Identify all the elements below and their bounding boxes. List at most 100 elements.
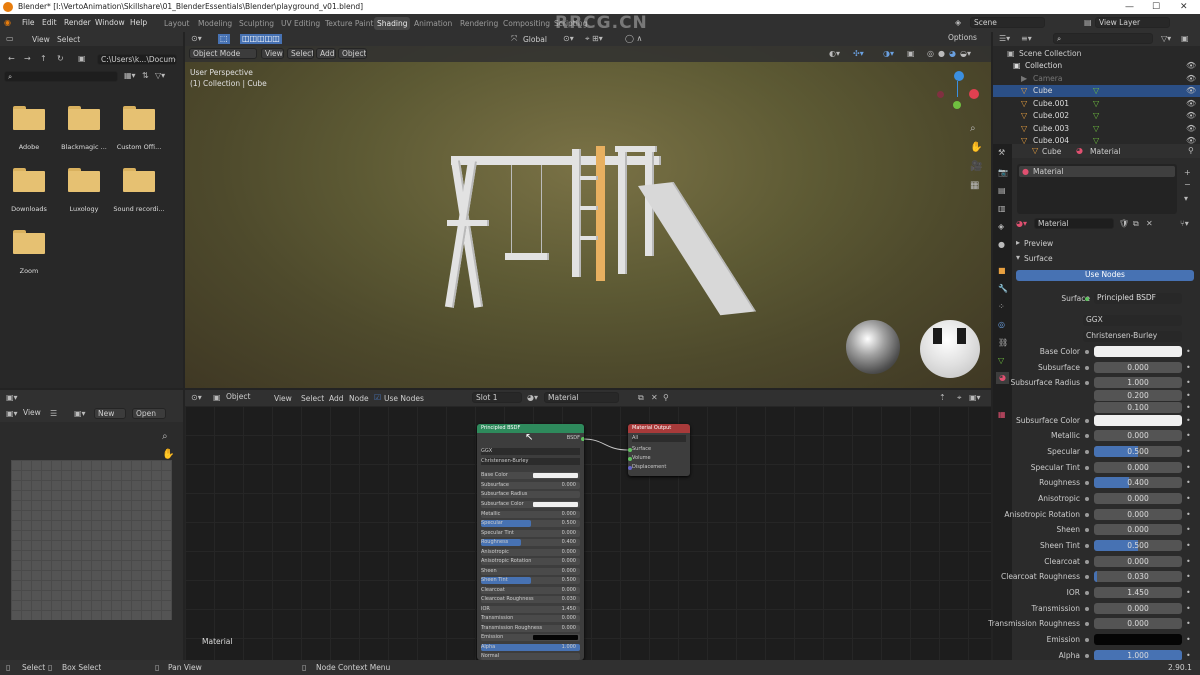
menu-render[interactable]: Render xyxy=(64,14,91,32)
property-value-field[interactable]: 0.000 xyxy=(1094,430,1182,442)
snap-icon[interactable]: ⌖ xyxy=(957,393,962,403)
folder-icon[interactable] xyxy=(13,168,45,192)
mesh-data-icon[interactable]: ▽ xyxy=(1093,124,1099,134)
socket-link-icon[interactable] xyxy=(1085,512,1089,517)
keyframe-dot-icon[interactable]: • xyxy=(1186,478,1191,488)
close-icon[interactable]: ✕ xyxy=(1180,0,1188,14)
keyframe-dot-icon[interactable]: • xyxy=(1186,363,1191,373)
refresh-icon[interactable]: ↻ xyxy=(57,54,64,64)
socket-link-icon[interactable] xyxy=(1085,544,1089,548)
link-icon[interactable]: ⑂▾ xyxy=(1180,219,1189,229)
property-value-field[interactable]: 0.000 xyxy=(1094,555,1182,567)
property-value-field[interactable]: 0.000 xyxy=(1094,493,1182,505)
material-name-field[interactable]: Material xyxy=(544,392,619,403)
editor-type-icon[interactable]: ▣▾ xyxy=(6,393,18,403)
keyframe-dot-icon[interactable]: • xyxy=(1186,557,1191,567)
maximize-icon[interactable]: ☐ xyxy=(1152,0,1160,14)
3d-viewport[interactable]: User Perspective (1) Collection | Cube ⌕… xyxy=(185,46,991,388)
tab-texture-paint[interactable]: Texture Paint xyxy=(322,17,376,30)
property-value-field[interactable]: 1.450 xyxy=(1094,586,1182,598)
property-value-field[interactable]: 0.000 xyxy=(1094,361,1182,373)
outliner-item[interactable]: ▣ Collection 👁 xyxy=(993,60,1200,72)
bsdf-input-row[interactable]: Sheen Tint 0.500 xyxy=(481,577,580,584)
surface-socket-icon[interactable] xyxy=(1085,297,1089,301)
bsdf-output-socket[interactable] xyxy=(581,437,584,441)
editor-type-icon[interactable]: ☰▾ xyxy=(999,34,1010,44)
property-value-field[interactable] xyxy=(1094,414,1182,426)
forward-arrow-icon[interactable]: → xyxy=(24,54,31,64)
editor-type-icon[interactable]: ▭ xyxy=(6,34,14,44)
property-value-field[interactable]: 0.000 xyxy=(1094,602,1182,614)
mesh-data-icon[interactable]: ▽ xyxy=(1093,86,1099,96)
vp-menu-object[interactable]: Object xyxy=(338,48,367,59)
bsdf-input-row[interactable]: Normal xyxy=(481,653,580,660)
ne-menu-view[interactable]: View xyxy=(274,394,292,403)
keyframe-dot-icon[interactable]: • xyxy=(1186,347,1191,357)
outliner-item[interactable]: ▽ Cube.004 ▽ 👁 xyxy=(993,135,1200,144)
image-new-button[interactable]: New xyxy=(94,408,126,419)
shading-wireframe-icon[interactable]: ◎ xyxy=(927,49,934,59)
search-input[interactable]: ⌕ xyxy=(4,71,118,82)
pan-hand-icon[interactable]: ✋ xyxy=(970,143,982,153)
panel-preview[interactable]: Preview xyxy=(1024,239,1053,248)
folder-label[interactable]: Zoom xyxy=(0,267,59,275)
pan-hand-icon[interactable]: ✋ xyxy=(162,450,174,460)
physics-tab-icon[interactable]: ◎ xyxy=(998,320,1005,330)
property-value-field[interactable]: 0.000 xyxy=(1094,618,1182,630)
keyframe-dot-icon[interactable]: • xyxy=(1186,416,1191,426)
slot-menu-icon[interactable]: ▾ xyxy=(1184,194,1188,204)
property-value-field[interactable]: 0.000 xyxy=(1094,524,1182,536)
filter-icon[interactable]: ▽▾ xyxy=(155,71,165,81)
socket-link-icon[interactable] xyxy=(1085,497,1089,502)
bsdf-input-row[interactable]: Specular 0.500 xyxy=(481,520,580,527)
modifier-tab-icon[interactable]: 🔧 xyxy=(998,284,1008,294)
folder-icon[interactable] xyxy=(68,106,100,130)
folder-icon[interactable] xyxy=(123,168,155,192)
bsdf-input-row[interactable]: Sheen 0.000 xyxy=(481,567,580,575)
socket-link-icon[interactable] xyxy=(1085,418,1089,423)
mesh-data-icon[interactable]: ▽ xyxy=(1093,99,1099,109)
volume-input-socket[interactable] xyxy=(628,457,632,461)
panel-surface[interactable]: Surface xyxy=(1024,254,1053,263)
socket-link-icon[interactable] xyxy=(1085,622,1089,627)
output-node-title[interactable]: Material Output xyxy=(628,424,690,433)
keyframe-dot-icon[interactable]: • xyxy=(1186,525,1191,535)
path-field[interactable]: C:\Users\k...\Documents\ xyxy=(97,54,177,65)
keyframe-dot-icon[interactable]: • xyxy=(1186,588,1191,598)
material-datablock-field[interactable]: Material xyxy=(1034,218,1114,229)
material-browse-icon[interactable]: ◕▾ xyxy=(527,393,538,403)
vp-menu-select[interactable]: Select xyxy=(287,48,314,59)
fake-user-icon[interactable]: 🛡 xyxy=(1119,219,1129,229)
filter-icon[interactable]: ▽▾ xyxy=(1161,34,1171,44)
displacement-input-socket[interactable] xyxy=(628,466,632,470)
vp-menu-add[interactable]: Add xyxy=(316,48,336,59)
bsdf-input-row[interactable]: Transmission Roughness 0.000 xyxy=(481,624,580,632)
zoom-icon[interactable]: ⌕ xyxy=(162,432,168,442)
image-open-button[interactable]: Open xyxy=(132,408,166,419)
duplicate-icon[interactable]: ⧉ xyxy=(638,393,644,403)
tab-compositing[interactable]: Compositing xyxy=(500,17,553,30)
socket-link-icon[interactable] xyxy=(1085,575,1089,580)
editor-type-icon[interactable]: ⊙▾ xyxy=(191,34,202,44)
breadcrumb-material[interactable]: Material xyxy=(1090,147,1120,156)
delete-icon[interactable]: ✕ xyxy=(651,393,658,403)
ne-menu-select[interactable]: Select xyxy=(301,394,324,403)
property-value-field[interactable]: 1.000 xyxy=(1094,377,1182,389)
zoom-icon[interactable]: ⌕ xyxy=(970,124,976,134)
keyframe-dot-icon[interactable]: • xyxy=(1186,431,1191,441)
proportional-edit-icon[interactable]: ◯ ∧ xyxy=(625,34,642,44)
socket-link-icon[interactable] xyxy=(1085,465,1089,470)
folder-label[interactable]: Luxology xyxy=(54,205,114,213)
keyframe-dot-icon[interactable]: • xyxy=(1186,541,1191,551)
visibility-eye-icon[interactable]: 👁 xyxy=(1186,136,1196,144)
outliner-item[interactable]: ▽ Cube.002 ▽ 👁 xyxy=(993,110,1200,122)
tab-sculpting[interactable]: Sculpting xyxy=(236,17,277,30)
view-layer-selector[interactable]: View Layer xyxy=(1095,17,1170,28)
back-arrow-icon[interactable]: ← xyxy=(8,54,15,64)
visibility-eye-icon[interactable]: 👁 xyxy=(1186,74,1196,84)
keyframe-dot-icon[interactable]: • xyxy=(1186,403,1191,413)
folder-icon[interactable] xyxy=(68,168,100,192)
use-nodes-checkbox-icon[interactable]: ☑ xyxy=(374,393,381,403)
principled-bsdf-node[interactable]: Principled BSDF BSDF GGX Christensen-Bur… xyxy=(477,424,584,660)
tab-rendering[interactable]: Rendering xyxy=(457,17,501,30)
